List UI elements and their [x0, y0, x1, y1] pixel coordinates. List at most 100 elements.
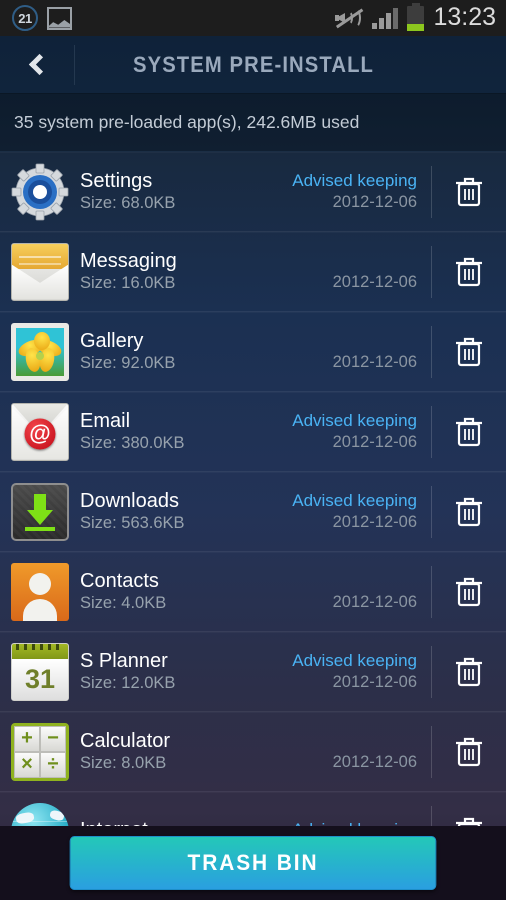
settings-gear-icon	[11, 163, 69, 221]
bottom-action-bar: TRASH BIN	[0, 826, 506, 900]
app-icon-cell: @	[0, 402, 80, 461]
trash-icon	[456, 417, 482, 447]
app-size: Size: 68.0KB	[80, 193, 176, 212]
app-icon-cell	[0, 482, 80, 541]
header-divider	[74, 44, 75, 85]
app-info: S Planner Size: 12.0KB	[80, 649, 263, 692]
app-name: S Planner	[80, 649, 168, 672]
app-icon-cell: + − × ÷	[0, 722, 80, 781]
calc-key-minus: −	[40, 725, 66, 752]
delete-button[interactable]	[432, 735, 506, 768]
app-meta: Advised keeping 2012-12-06	[263, 172, 431, 211]
app-meta: Advised keeping 2012-12-06	[263, 492, 431, 531]
table-row[interactable]: Downloads Size: 563.6KB Advised keeping …	[0, 472, 506, 552]
trash-icon	[456, 177, 482, 207]
table-row[interactable]: Settings Size: 68.0KB Advised keeping 20…	[0, 152, 506, 232]
messaging-envelope-icon	[11, 242, 69, 301]
delete-button[interactable]	[432, 655, 506, 688]
table-row[interactable]: Messaging Size: 16.0KB 2012-12-06	[0, 232, 506, 312]
app-meta: 2012-12-06	[263, 332, 431, 371]
trash-icon	[456, 337, 482, 367]
table-row[interactable]: 31 S Planner Size: 12.0KB Advised keepin…	[0, 632, 506, 712]
delete-button[interactable]	[432, 495, 506, 528]
downloads-arrow-icon	[11, 482, 69, 541]
app-icon-cell	[0, 322, 80, 381]
calendar-icon: 31	[11, 642, 69, 701]
app-icon-cell	[0, 562, 80, 621]
delete-button[interactable]	[432, 575, 506, 608]
trash-bin-button[interactable]: TRASH BIN	[69, 836, 437, 890]
trash-icon	[456, 257, 482, 287]
status-bar: 21 13:23	[0, 0, 506, 36]
sound-muted-icon	[335, 7, 364, 29]
app-meta: 2012-12-06	[263, 572, 431, 611]
app-info: Calculator Size: 8.0KB	[80, 729, 263, 772]
gallery-flower-icon	[11, 322, 69, 381]
app-meta: Advised keeping 2012-12-06	[263, 652, 431, 691]
app-date: 2012-12-06	[332, 353, 417, 372]
table-row[interactable]: + − × ÷ Calculator Size: 8.0KB 2012-12-0…	[0, 712, 506, 792]
app-size: Size: 380.0KB	[80, 433, 185, 452]
email-at-icon: @	[11, 402, 69, 461]
table-row[interactable]: @ Email Size: 380.0KB Advised keeping 20…	[0, 392, 506, 472]
signal-bars-icon	[372, 7, 399, 29]
app-meta: 2012-12-06	[263, 252, 431, 291]
page-title: SYSTEM PRE-INSTALL	[132, 51, 375, 77]
app-info: Contacts Size: 4.0KB	[80, 569, 263, 612]
status-bar-left: 21	[12, 5, 72, 31]
app-date: 2012-12-06	[332, 593, 417, 612]
table-row[interactable]: Gallery Size: 92.0KB 2012-12-06	[0, 312, 506, 392]
app-date: 2012-12-06	[332, 753, 417, 772]
advice-label: Advised keeping	[292, 411, 417, 431]
calc-key-divide: ÷	[40, 751, 66, 778]
app-date: 2012-12-06	[332, 273, 417, 292]
advice-label: Advised keeping	[292, 651, 417, 671]
status-bar-right: 13:23	[335, 2, 496, 32]
app-header: SYSTEM PRE-INSTALL	[0, 36, 506, 94]
app-date: 2012-12-06	[332, 513, 417, 532]
calc-key-times: ×	[14, 751, 40, 778]
app-meta: 2012-12-06	[263, 732, 431, 771]
calculator-icon: + − × ÷	[11, 722, 69, 781]
app-date: 2012-12-06	[332, 193, 417, 212]
app-info: Messaging Size: 16.0KB	[80, 249, 263, 292]
app-size: Size: 563.6KB	[80, 513, 185, 532]
app-size: Size: 8.0KB	[80, 753, 167, 772]
battery-icon	[407, 2, 425, 31]
app-name: Calculator	[80, 729, 171, 752]
app-name: Email	[80, 409, 131, 432]
trash-icon	[456, 497, 482, 527]
summary-bar: 35 system pre-loaded app(s), 242.6MB use…	[0, 94, 506, 152]
calc-key-plus: +	[14, 725, 40, 752]
advice-label: Advised keeping	[292, 491, 417, 511]
app-icon-cell: 31	[0, 642, 80, 701]
table-row[interactable]: Contacts Size: 4.0KB 2012-12-06	[0, 552, 506, 632]
app-info: Settings Size: 68.0KB	[80, 169, 263, 212]
delete-button[interactable]	[432, 175, 506, 208]
calendar-day-label: 31	[12, 658, 68, 700]
at-symbol: @	[24, 418, 56, 450]
app-info: Gallery Size: 92.0KB	[80, 329, 263, 372]
gallery-icon	[47, 6, 72, 30]
app-name: Messaging	[80, 249, 177, 272]
app-info: Email Size: 380.0KB	[80, 409, 263, 452]
delete-button[interactable]	[432, 335, 506, 368]
trash-icon	[456, 657, 482, 687]
delete-button[interactable]	[432, 415, 506, 448]
advice-label: Advised keeping	[292, 171, 417, 191]
app-icon-cell	[0, 163, 80, 221]
app-name: Settings	[80, 169, 153, 192]
app-list[interactable]: Settings Size: 68.0KB Advised keeping 20…	[0, 152, 506, 900]
app-name: Gallery	[80, 329, 144, 352]
clock-label: 13:23	[433, 2, 496, 31]
delete-button[interactable]	[432, 255, 506, 288]
app-size: Size: 92.0KB	[80, 353, 176, 372]
contacts-person-icon	[11, 562, 69, 621]
app-meta: Advised keeping 2012-12-06	[263, 412, 431, 451]
back-button[interactable]	[0, 36, 74, 94]
app-date: 2012-12-06	[332, 673, 417, 692]
app-icon-cell	[0, 242, 80, 301]
app-name: Contacts	[80, 569, 159, 592]
app-name: Downloads	[80, 489, 179, 512]
app-size: Size: 12.0KB	[80, 673, 176, 692]
